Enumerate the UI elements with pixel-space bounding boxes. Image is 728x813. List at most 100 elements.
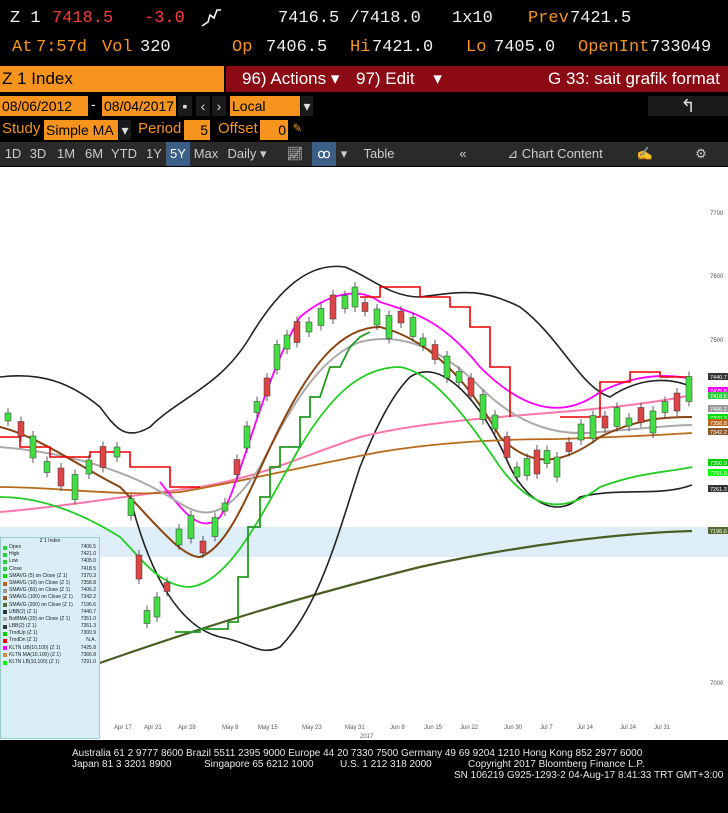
legend-label: LBB(2) (Z 1) bbox=[9, 623, 37, 630]
collapse-icon[interactable]: « bbox=[450, 142, 476, 166]
legend-value: 7440.7 bbox=[80, 608, 96, 615]
legend-item: Low 7405.0 bbox=[1, 558, 99, 565]
line-chart-icon[interactable]: 📈︎ bbox=[284, 142, 306, 166]
candle bbox=[533, 445, 541, 479]
candle bbox=[443, 351, 451, 383]
legend-value: 7406.2 bbox=[80, 587, 96, 594]
chevron-left-icon[interactable]: ‹ bbox=[196, 96, 210, 116]
right-axis-tag: 7300.9 bbox=[708, 459, 728, 467]
candle bbox=[71, 469, 79, 505]
chevron-down-icon[interactable]: ▾ bbox=[119, 120, 131, 140]
legend-label: Low bbox=[9, 558, 19, 565]
period-label: Period bbox=[138, 120, 182, 137]
candle bbox=[187, 510, 195, 544]
legend-swatch bbox=[3, 646, 7, 651]
legend-item: UBB(2) (Z 1) 7440.7 bbox=[1, 609, 99, 616]
right-axis-tag: 7291.0 bbox=[708, 469, 728, 477]
candle bbox=[589, 410, 597, 444]
currency-select[interactable]: Local CCY bbox=[230, 96, 300, 134]
sparkline-icon bbox=[200, 6, 226, 34]
legend-value: N.A. bbox=[86, 637, 96, 644]
offset-input[interactable]: 0 bbox=[260, 120, 288, 140]
footer-line-2d: Copyright 2017 Bloomberg Finance L.P. bbox=[468, 759, 645, 770]
chart-content-label: Chart Content bbox=[521, 146, 603, 161]
chevron-right-icon[interactable]: › bbox=[212, 96, 226, 116]
legend-swatch bbox=[3, 559, 7, 564]
candlestick-icon[interactable]: ꝏ bbox=[312, 142, 336, 166]
legend-item: LBB(2) (Z 1) 7261.3 bbox=[1, 623, 99, 630]
range-tab-1y[interactable]: 1Y bbox=[144, 142, 164, 166]
study-select[interactable]: Simple MA bbox=[44, 120, 118, 140]
legend-item: SMAVG (60) on Close (Z 1) 7406.2 bbox=[1, 587, 99, 594]
open-label: Op bbox=[232, 38, 253, 57]
candle bbox=[649, 406, 657, 438]
right-axis-tag: 7196.6 bbox=[708, 527, 728, 535]
legend-item: High 7421.0 bbox=[1, 551, 99, 558]
footer-line-2b: Singapore 65 6212 1000 bbox=[204, 759, 314, 770]
legend-value: 7300.9 bbox=[80, 630, 96, 637]
legend-label: TrndUp (Z 1) bbox=[9, 630, 38, 637]
calendar-icon[interactable]: ▪ bbox=[178, 96, 192, 116]
x-tick-label: Jul 31 bbox=[654, 725, 671, 731]
page-title: G 33: sait grafik format bbox=[548, 69, 720, 88]
legend-swatch bbox=[3, 610, 7, 615]
range-tab-ytd[interactable]: YTD bbox=[108, 142, 140, 166]
legend-label: SMAVG (5) on Close (Z 1) bbox=[9, 572, 68, 579]
y-tick-label: 7000 bbox=[710, 681, 724, 687]
legend-swatch bbox=[3, 574, 7, 579]
legend-value: 7405.0 bbox=[80, 558, 96, 565]
chevron-down-icon[interactable]: ▾ bbox=[301, 96, 313, 116]
x-tick-label: May 31 bbox=[345, 725, 365, 731]
legend-value: 7358.8 bbox=[80, 579, 96, 586]
svg-text:7418.5: 7418.5 bbox=[710, 394, 727, 400]
back-arrow-icon[interactable]: ↰ bbox=[648, 96, 728, 116]
chevron-down-icon[interactable]: ▾ bbox=[338, 142, 350, 166]
price-chart-svg[interactable]: Mar 31Apr 7Apr 17Apr 21Apr 28May 8May 15… bbox=[0, 167, 728, 740]
footer: Australia 61 2 9777 8600 Brazil 5511 239… bbox=[0, 740, 728, 813]
candle bbox=[243, 421, 251, 453]
actions-menu[interactable]: 96) Actions ▾ bbox=[242, 66, 339, 92]
x-tick-label: Apr 28 bbox=[178, 725, 196, 731]
security-field[interactable]: Z 1 Index bbox=[0, 66, 224, 92]
range-tab-1m[interactable]: 1M bbox=[52, 142, 80, 166]
svg-text:7406.2: 7406.2 bbox=[710, 407, 727, 413]
edit-label: 97) Edit bbox=[356, 69, 415, 88]
legend-label: SMAVG (200) on Close (Z 1) bbox=[9, 601, 73, 608]
range-tab-1d[interactable]: 1D bbox=[2, 142, 24, 166]
legend-item: SMAVG (10) on Close (Z 1) 7358.8 bbox=[1, 580, 99, 587]
right-axis-tag: 7406.2 bbox=[708, 405, 728, 413]
x-tick-label: May 8 bbox=[222, 725, 239, 731]
footer-line-2c: U.S. 1 212 318 2000 bbox=[340, 759, 432, 770]
price-chart[interactable]: Mar 31Apr 7Apr 17Apr 21Apr 28May 8May 15… bbox=[0, 167, 728, 740]
x-tick-label: Jul 7 bbox=[540, 725, 553, 731]
chart-content-button[interactable]: ⊿ Chart Content bbox=[500, 142, 610, 166]
high-value: 7421.0 bbox=[372, 38, 434, 57]
range-tab-max[interactable]: Max bbox=[192, 142, 220, 166]
legend-label: KLTN MA(10,100) (Z 1) bbox=[9, 651, 61, 658]
pencil-icon[interactable]: ✎ bbox=[293, 120, 301, 137]
legend-value: 7351.0 bbox=[80, 615, 96, 622]
gear-icon[interactable]: ⚙ bbox=[690, 142, 712, 166]
range-tab-5y[interactable]: 5Y bbox=[166, 142, 190, 166]
vol-value: 320 bbox=[140, 38, 171, 57]
candle bbox=[273, 339, 281, 375]
chart-background bbox=[0, 167, 728, 740]
legend-item: SMAVG (5) on Close (Z 1) 7370.3 bbox=[1, 573, 99, 580]
right-axis-tag: 7358.8 bbox=[708, 419, 728, 427]
start-date-input[interactable]: 08/06/2012 bbox=[0, 96, 88, 116]
legend-swatch bbox=[3, 588, 7, 593]
edit-menu[interactable]: 97) Edit ▾ bbox=[356, 66, 442, 92]
legend-value: 7366.8 bbox=[80, 651, 96, 658]
legend-label: BolBMA (20) on Close (Z 1) bbox=[9, 615, 71, 622]
range-tab-6m[interactable]: 6M bbox=[82, 142, 106, 166]
frequency-select[interactable]: Daily ▾ bbox=[222, 142, 272, 166]
legend-label: Open bbox=[9, 544, 22, 550]
end-date-input[interactable]: 08/04/2017 bbox=[102, 96, 176, 116]
period-input[interactable]: 5 bbox=[184, 120, 210, 140]
svg-text:7196.6: 7196.6 bbox=[710, 529, 727, 535]
legend-label: SMAVG (60) on Close (Z 1) bbox=[9, 587, 71, 594]
legend-swatch bbox=[3, 631, 7, 636]
table-button[interactable]: Table bbox=[358, 142, 400, 166]
range-tab-3d[interactable]: 3D bbox=[26, 142, 50, 166]
annotate-icon[interactable]: ✍ bbox=[634, 142, 656, 166]
